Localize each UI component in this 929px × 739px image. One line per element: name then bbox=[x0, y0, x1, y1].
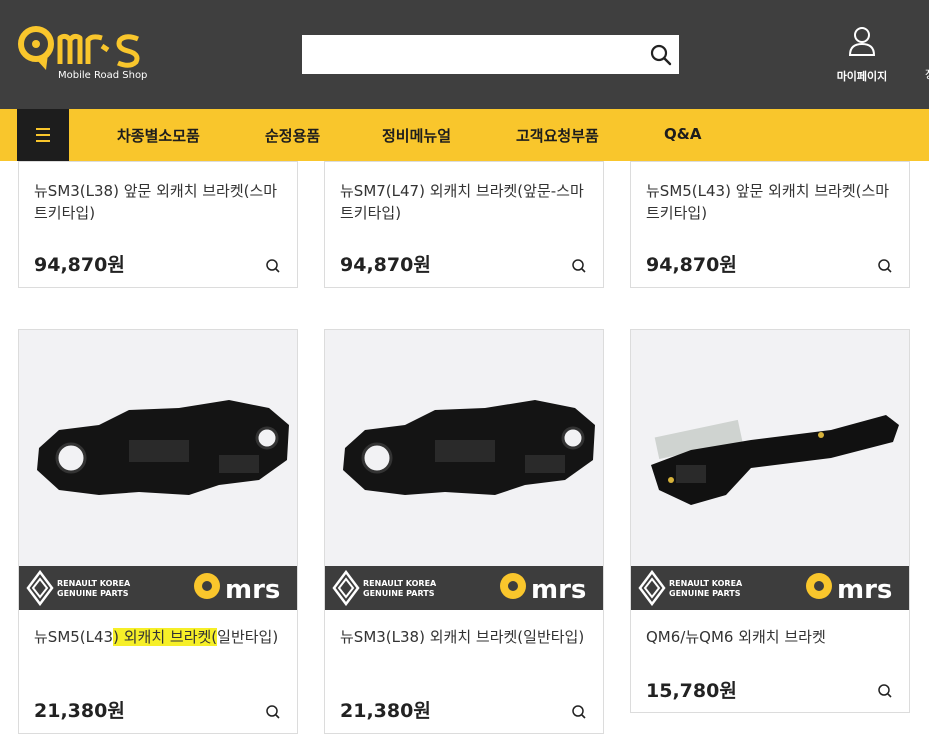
nav-item-qna[interactable]: Q&A bbox=[664, 125, 701, 143]
product-title[interactable]: 뉴SM7(L47) 외캐치 브라켓(앞문-스마트키타입) bbox=[340, 180, 595, 224]
mrs-logo-mark bbox=[18, 26, 140, 70]
zoom-icon[interactable] bbox=[571, 258, 587, 274]
user-icon bbox=[848, 27, 876, 56]
zoom-icon[interactable] bbox=[265, 704, 281, 720]
header-link-cutoff[interactable]: 장 bbox=[925, 66, 929, 82]
renault-logo-icon bbox=[26, 570, 54, 606]
product-title[interactable]: 뉴SM3(L38) 앞문 외캐치 브라켓(스마트키타입) bbox=[34, 180, 289, 224]
product-title[interactable]: QM6/뉴QM6 외캐치 브라켓 bbox=[646, 626, 901, 648]
product-title[interactable]: 뉴SM5(L43) 외캐치 브라켓(일반타입) bbox=[34, 626, 289, 648]
nav-item-customer-request[interactable]: 고객요청부품 bbox=[516, 125, 599, 146]
site-logo[interactable]: Mobile Road Shop bbox=[18, 26, 148, 86]
mrs-logo-icon: mrs bbox=[500, 573, 586, 605]
product-image[interactable]: RENAULT KOREA GENUINE PARTS mrs bbox=[19, 330, 297, 610]
main-nav: 차종별소모품 순정용품 정비메뉴얼 고객요청부품 Q&A bbox=[0, 109, 929, 161]
product-price: 94,870원 bbox=[340, 254, 431, 276]
brand-badge-text: RENAULT KOREA GENUINE PARTS bbox=[669, 579, 743, 598]
zoom-icon[interactable] bbox=[265, 258, 281, 274]
search-icon[interactable] bbox=[649, 43, 673, 67]
brand-banner: RENAULT KOREA GENUINE PARTS mrs bbox=[19, 566, 297, 610]
brand-badge-text: RENAULT KOREA GENUINE PARTS bbox=[57, 579, 131, 598]
product-price: 15,780원 bbox=[646, 680, 737, 702]
product-price: 21,380원 bbox=[340, 700, 431, 722]
brand-banner: RENAULT KOREA GENUINE PARTS mrs bbox=[631, 566, 909, 610]
hamburger-icon bbox=[36, 128, 50, 130]
logo-subtitle: Mobile Road Shop bbox=[58, 70, 148, 81]
door-handle-bracket-image bbox=[651, 415, 899, 505]
mypage-link[interactable]: 마이페이지 bbox=[830, 26, 894, 84]
zoom-icon[interactable] bbox=[571, 704, 587, 720]
svg-text:mrs: mrs bbox=[225, 575, 280, 605]
nav-item-genuine-accessories[interactable]: 순정용품 bbox=[265, 125, 320, 146]
product-image[interactable]: RENAULT KOREA GENUINE PARTS mrs bbox=[631, 330, 909, 610]
brand-badge-text: RENAULT KOREA GENUINE PARTS bbox=[363, 579, 437, 598]
mrs-logo-icon: mrs bbox=[806, 573, 892, 605]
product-price: 21,380원 bbox=[34, 700, 125, 722]
product-card[interactable]: RENAULT KOREA GENUINE PARTS mrs QM6/뉴QM6 … bbox=[630, 329, 910, 713]
mypage-label: 마이페이지 bbox=[836, 70, 888, 83]
product-card[interactable]: RENAULT KOREA GENUINE PARTS mrs 뉴SM3(L38)… bbox=[324, 329, 604, 734]
hamburger-icon-line bbox=[36, 140, 50, 142]
product-title[interactable]: 뉴SM5(L43) 앞문 외캐치 브라켓(스마트키타입) bbox=[646, 180, 901, 224]
mrs-logo-icon: mrs bbox=[194, 573, 280, 605]
search-highlight: ) 외캐치 브라켓( bbox=[113, 628, 218, 646]
door-handle-bracket-image bbox=[343, 400, 595, 495]
search-input[interactable] bbox=[302, 35, 679, 74]
product-title[interactable]: 뉴SM3(L38) 외캐치 브라켓(일반타입) bbox=[340, 626, 595, 648]
nav-item-repair-manual[interactable]: 정비메뉴얼 bbox=[382, 125, 451, 146]
renault-logo-icon bbox=[332, 570, 360, 606]
product-price: 94,870원 bbox=[646, 254, 737, 276]
renault-logo-icon bbox=[638, 570, 666, 606]
brand-banner: RENAULT KOREA GENUINE PARTS mrs bbox=[325, 566, 603, 610]
hamburger-icon-line bbox=[36, 134, 50, 136]
product-price: 94,870원 bbox=[34, 254, 125, 276]
product-card[interactable]: 뉴SM5(L43) 앞문 외캐치 브라켓(스마트키타입) 94,870원 bbox=[630, 161, 910, 288]
zoom-icon[interactable] bbox=[877, 258, 893, 274]
zoom-icon[interactable] bbox=[877, 683, 893, 699]
nav-item-consumables[interactable]: 차종별소모품 bbox=[117, 125, 200, 146]
product-card[interactable]: 뉴SM3(L38) 앞문 외캐치 브라켓(스마트키타입) 94,870원 bbox=[18, 161, 298, 288]
product-card[interactable]: RENAULT KOREA GENUINE PARTS mrs 뉴SM5(L43)… bbox=[18, 329, 298, 734]
site-header: Mobile Road Shop 마이페이지 장 bbox=[0, 0, 929, 109]
product-card[interactable]: 뉴SM7(L47) 외캐치 브라켓(앞문-스마트키타입) 94,870원 bbox=[324, 161, 604, 288]
svg-text:mrs: mrs bbox=[531, 575, 586, 605]
door-handle-bracket-image bbox=[37, 400, 289, 495]
hamburger-menu-button[interactable] bbox=[17, 109, 69, 161]
svg-text:mrs: mrs bbox=[837, 575, 892, 605]
product-image[interactable]: RENAULT KOREA GENUINE PARTS mrs bbox=[325, 330, 603, 610]
